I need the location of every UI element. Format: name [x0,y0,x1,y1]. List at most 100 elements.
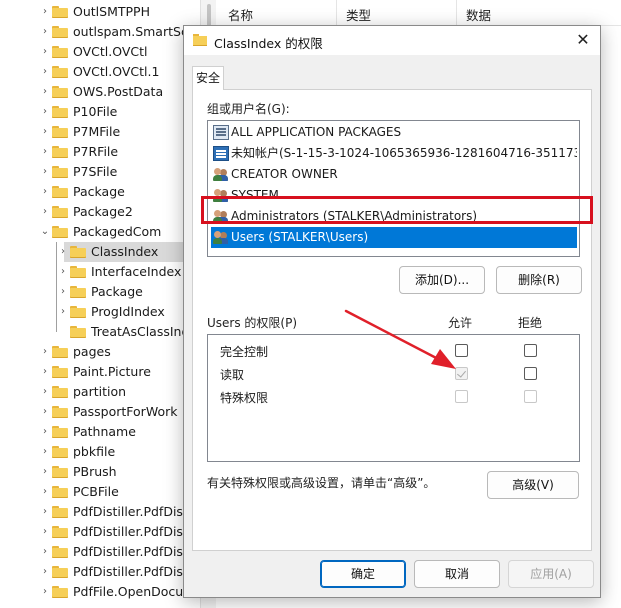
chevron-right-icon[interactable]: › [40,542,50,562]
chevron-right-icon[interactable]: › [40,342,50,362]
chevron-right-icon[interactable]: › [58,242,68,262]
tree-item[interactable]: › pages [0,342,200,362]
advanced-button[interactable]: 高级(V) [487,471,579,499]
folder-icon [52,6,68,18]
chevron-right-icon[interactable]: › [40,102,50,122]
chevron-right-icon[interactable]: › [58,282,68,302]
tree-item[interactable]: › P7SFile [0,162,200,182]
tree-item-label: P10File [73,104,118,119]
chevron-right-icon[interactable]: › [40,482,50,502]
tab-security[interactable]: 安全 [192,66,224,90]
chevron-right-icon[interactable]: › [40,62,50,82]
deny-checkbox[interactable] [524,344,537,357]
group-user-list[interactable]: ALL APPLICATION PACKAGES 未知帐户(S-1-15-3-10… [207,120,580,257]
tree-item[interactable]: › pbkfile [0,442,200,462]
tree-item[interactable]: › ProgIdIndex [0,302,200,322]
folder-icon [52,486,68,498]
tree-item[interactable]: › OWS.PostData [0,82,200,102]
tree-item[interactable]: › InterfaceIndex [0,262,200,282]
remove-button[interactable]: 删除(R) [496,266,582,294]
chevron-right-icon[interactable]: › [40,202,50,222]
chevron-right-icon[interactable]: › [40,42,50,62]
column-type[interactable]: 类型 [346,5,371,24]
chevron-right-icon[interactable]: › [40,382,50,402]
unknown-account-icon [213,146,229,161]
tree-item[interactable]: ⌄ PackagedCom [0,222,200,242]
tree-item[interactable]: › outlspam.SmartScr [0,22,200,42]
folder-icon [52,446,68,458]
tree-item[interactable]: › Paint.Picture [0,362,200,382]
chevron-right-icon[interactable]: › [40,22,50,42]
chevron-right-icon[interactable]: › [40,142,50,162]
chevron-right-icon[interactable]: › [40,462,50,482]
permission-row: 读取 [208,362,579,384]
tree-item[interactable]: › P10File [0,102,200,122]
chevron-right-icon[interactable]: › [40,362,50,382]
group-list-item[interactable]: ALL APPLICATION PACKAGES [211,122,577,143]
group-list-item[interactable]: Administrators (STALKER\Administrators) [211,206,577,227]
chevron-right-icon[interactable]: › [40,422,50,442]
deny-checkbox[interactable] [524,367,537,380]
tree-item[interactable]: › PdfDistiller.PdfDisti [0,542,200,562]
chevron-right-icon[interactable]: › [40,522,50,542]
chevron-down-icon[interactable]: ⌄ [40,222,50,242]
tree-item[interactable]: TreatAsClassInd [0,322,200,342]
tree-item[interactable]: › PdfDistiller.PdfDisti [0,522,200,542]
tree-item[interactable]: › PdfDistiller.PdfDisti [0,562,200,582]
chevron-right-icon[interactable]: › [40,2,50,22]
chevron-right-icon[interactable]: › [40,182,50,202]
chevron-right-icon[interactable]: › [40,442,50,462]
tree-item[interactable]: › PCBFile [0,482,200,502]
group-list-item[interactable]: Users (STALKER\Users) [211,227,577,248]
folder-icon [52,506,68,518]
add-button[interactable]: 添加(D)... [399,266,485,294]
chevron-right-icon[interactable]: › [40,582,50,602]
tree-item-label: pages [73,344,111,359]
tree-item[interactable]: › Pathname [0,422,200,442]
apply-button[interactable]: 应用(A) [508,560,594,588]
tree-item[interactable]: › OVCtl.OVCtl [0,42,200,62]
ok-button[interactable]: 确定 [320,560,406,588]
tree-item[interactable]: › PBrush [0,462,200,482]
tree-item[interactable]: › PdfDistiller.PdfDisti [0,502,200,522]
tree-item[interactable]: › P7MFile [0,122,200,142]
group-list-item[interactable]: SYSTEM [211,185,577,206]
folder-icon [52,226,68,238]
users-icon [213,188,229,203]
tree-item[interactable]: › partition [0,382,200,402]
tree-item[interactable]: › Package [0,282,200,302]
chevron-right-icon[interactable]: › [40,162,50,182]
group-list-item-label: SYSTEM [231,188,279,202]
chevron-right-icon[interactable]: › [40,502,50,522]
folder-icon [52,186,68,198]
tree-item[interactable]: › OutlSMTPPH [0,2,200,22]
group-list-item[interactable]: 未知帐户(S-1-15-3-1024-1065365936-1281604716… [211,143,577,164]
tree-item[interactable]: › OVCtl.OVCtl.1 [0,62,200,82]
group-list-item[interactable]: CREATOR OWNER [211,164,577,185]
allow-checkbox[interactable] [455,344,468,357]
chevron-right-icon[interactable]: › [40,82,50,102]
tree-item[interactable]: › PdfFile.OpenDocum [0,582,200,602]
dialog-titlebar[interactable]: ClassIndex 的权限 ✕ [184,26,600,55]
close-icon[interactable]: ✕ [570,28,596,52]
cancel-button[interactable]: 取消 [414,560,500,588]
tree-item-label: InterfaceIndex [91,264,182,279]
tree-item-label: PdfDistiller.PdfDisti [73,544,192,559]
chevron-right-icon[interactable]: › [40,402,50,422]
tree-item[interactable]: › Package [0,182,200,202]
folder-icon [52,46,68,58]
column-data[interactable]: 数据 [466,5,491,24]
chevron-right-icon[interactable]: › [40,122,50,142]
registry-tree[interactable]: › OutlSMTPPH › outlspam.SmartScr › OVCtl.OVCt… [0,0,200,608]
tree-item[interactable]: › P7RFile [0,142,200,162]
chevron-right-icon[interactable]: › [58,302,68,322]
chevron-right-icon[interactable]: › [40,562,50,582]
tree-item-label: PackagedCom [73,224,162,239]
allow-header: 允许 [448,316,473,330]
tree-item[interactable]: › PassportForWork [0,402,200,422]
chevron-right-icon[interactable]: › [58,262,68,282]
tree-item[interactable]: › ClassIndex [0,242,200,262]
tree-item[interactable]: › Package2 [0,202,200,222]
column-name[interactable]: 名称 [228,5,253,24]
folder-icon [52,466,68,478]
